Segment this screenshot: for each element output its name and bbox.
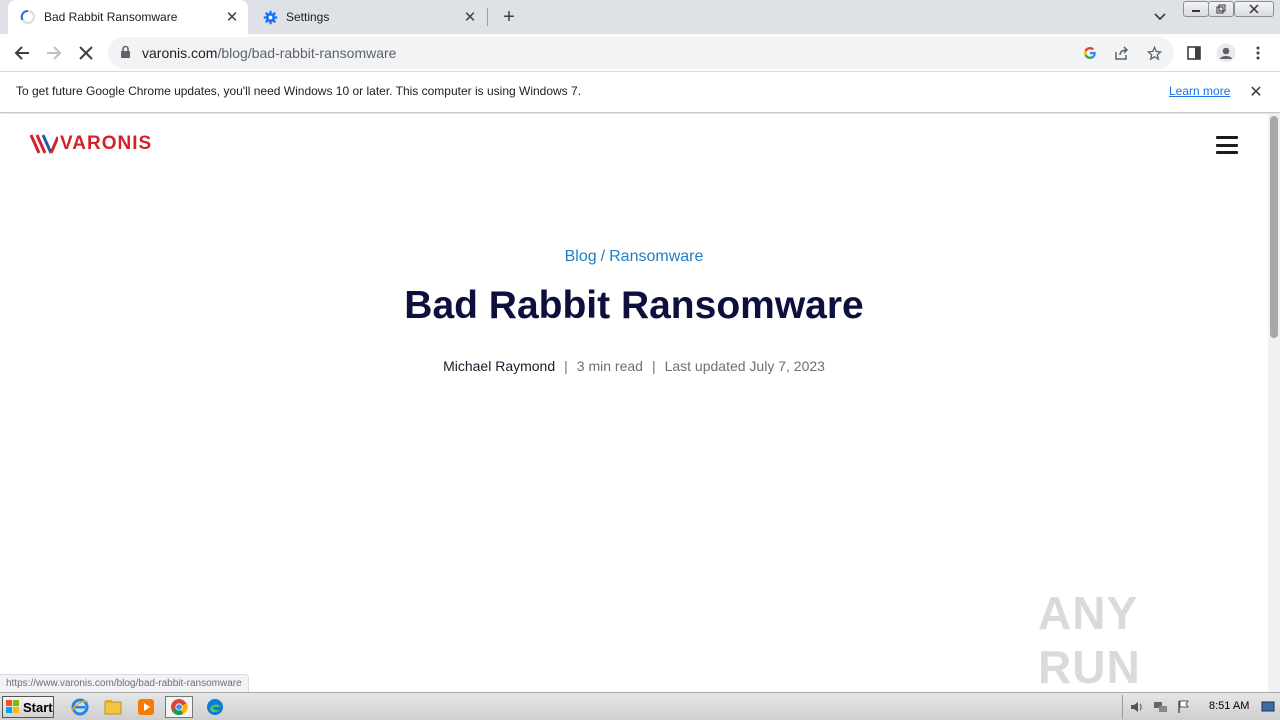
infobar-message: To get future Google Chrome updates, you… [16, 84, 582, 98]
back-button[interactable] [9, 40, 35, 66]
new-tab-button[interactable]: + [498, 6, 520, 28]
gear-icon [262, 9, 278, 25]
infobar-close-icon[interactable]: ✕ [1247, 83, 1265, 101]
read-time: 3 min read [576, 358, 643, 374]
profile-avatar-icon[interactable] [1213, 40, 1239, 66]
forward-button[interactable] [41, 40, 67, 66]
bookmark-star-icon[interactable] [1145, 44, 1163, 62]
window-close-button[interactable] [1234, 1, 1274, 17]
more-menu-icon[interactable] [1245, 40, 1271, 66]
varonis-logo[interactable]: VARONIS [30, 132, 158, 156]
tab-settings[interactable]: Settings ✕ [250, 0, 486, 34]
stop-loading-button[interactable] [73, 40, 99, 66]
learn-more-link[interactable]: Learn more [1169, 84, 1230, 98]
tab-strip: Bad Rabbit Ransomware ✕ Settings ✕ + [0, 0, 1280, 34]
system-tray: 8:51 AM [1122, 695, 1278, 719]
side-panel-icon[interactable] [1181, 40, 1207, 66]
restore-button[interactable] [1208, 1, 1234, 17]
share-icon[interactable] [1113, 44, 1131, 62]
anyrun-watermark: ANY RUN [1038, 587, 1234, 693]
status-url-bubble: https://www.varonis.com/blog/bad-rabbit-… [0, 674, 249, 692]
file-explorer-icon[interactable] [99, 696, 127, 718]
url-host: varonis.com [142, 45, 218, 61]
hamburger-menu-icon[interactable] [1216, 136, 1238, 154]
article-meta: Michael Raymond | 3 min read | Last updated … [443, 358, 825, 374]
windows-taskbar: Start 8:51 AM [0, 692, 1280, 720]
browser-toolbar: varonis.com/blog/bad-rabbit-ransomware [0, 34, 1280, 72]
breadcrumb: Blog / Ransomware [0, 248, 1268, 266]
lock-icon[interactable] [120, 45, 134, 61]
address-bar[interactable]: varonis.com/blog/bad-rabbit-ransomware [108, 37, 1174, 69]
author-name[interactable]: Michael Raymond [443, 358, 555, 374]
windows-flag-icon [6, 700, 19, 713]
breadcrumb-ransomware-link[interactable]: Ransomware [609, 248, 703, 265]
article-title: Bad Rabbit Ransomware [404, 284, 864, 327]
url-path: /blog/bad-rabbit-ransomware [217, 45, 397, 61]
scroll-thumb[interactable] [1270, 116, 1278, 338]
chrome-taskbar-icon[interactable] [165, 696, 193, 718]
update-infobar: To get future Google Chrome updates, you… [0, 72, 1280, 113]
show-desktop-icon[interactable] [1261, 700, 1277, 714]
network-icon[interactable] [1153, 700, 1169, 714]
start-button[interactable]: Start [2, 696, 54, 718]
loading-spinner-icon [20, 9, 36, 25]
action-center-flag-icon[interactable] [1177, 700, 1193, 714]
varonis-logo-mark-icon [30, 134, 58, 154]
url-text[interactable]: varonis.com/blog/bad-rabbit-ransomware [142, 45, 396, 61]
tab-search-chevron-icon[interactable] [1150, 7, 1170, 27]
watermark-text: ANY RUN [1038, 587, 1141, 693]
breadcrumb-separator: / [600, 248, 606, 265]
internet-explorer-icon[interactable] [66, 696, 94, 718]
breadcrumb-blog-link[interactable]: Blog [565, 248, 597, 265]
minimize-button[interactable] [1183, 1, 1209, 17]
start-label: Start [23, 699, 53, 715]
tab-separator [487, 8, 488, 26]
tab-close-icon[interactable]: ✕ [460, 7, 480, 27]
google-icon[interactable] [1081, 44, 1099, 62]
taskbar-clock[interactable]: 8:51 AM [1209, 700, 1249, 712]
tab-title: Bad Rabbit Ransomware [44, 10, 178, 24]
logo-text: VARONIS [60, 133, 153, 154]
edge-icon[interactable] [201, 696, 229, 718]
tab-title: Settings [286, 10, 330, 24]
last-updated: Last updated July 7, 2023 [664, 358, 825, 374]
volume-icon[interactable] [1129, 700, 1145, 714]
media-player-icon[interactable] [132, 696, 160, 718]
tab-close-icon[interactable]: ✕ [222, 7, 242, 27]
tab-bad-rabbit[interactable]: Bad Rabbit Ransomware ✕ [8, 0, 248, 34]
page-scrollbar[interactable] [1268, 114, 1280, 692]
